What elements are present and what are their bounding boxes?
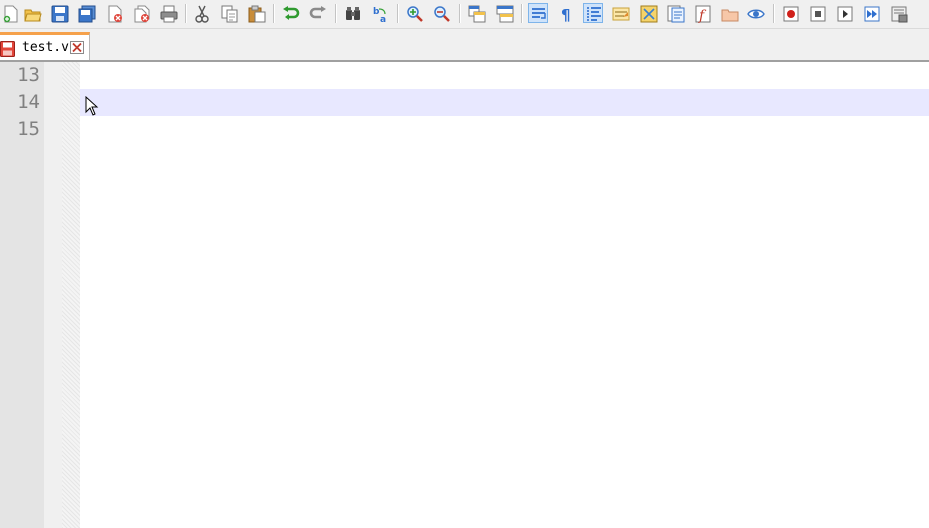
indent-guide-icon[interactable] (583, 3, 603, 23)
document-map-icon[interactable] (638, 3, 658, 23)
replace-icon[interactable]: ba (370, 3, 390, 23)
editor[interactable]: 13 14 15 (0, 62, 929, 528)
line-number-gutter: 13 14 15 (0, 62, 44, 528)
stop-macro-icon[interactable] (807, 3, 827, 23)
toolbar-separator (459, 4, 461, 23)
find-icon[interactable] (342, 3, 362, 23)
symbol-margin[interactable] (44, 62, 62, 528)
toolbar-separator (521, 4, 523, 23)
word-wrap-icon[interactable] (528, 3, 548, 23)
save-macro-icon[interactable] (888, 3, 908, 23)
toolbar-separator (773, 4, 775, 23)
show-all-chars-icon[interactable]: ¶ (556, 3, 576, 23)
print-icon[interactable] (158, 3, 178, 23)
text-line[interactable] (80, 62, 929, 89)
mouse-cursor-icon (85, 96, 99, 116)
monitoring-icon[interactable] (745, 3, 765, 23)
svg-text:b: b (373, 7, 380, 17)
tab-label: test.v (22, 40, 69, 55)
redo-icon[interactable] (307, 3, 327, 23)
tab-bar: test.v (0, 29, 929, 61)
cut-icon[interactable] (191, 3, 211, 23)
new-file-icon[interactable] (0, 3, 20, 23)
close-icon[interactable] (104, 3, 124, 23)
sync-vertical-icon[interactable] (466, 3, 486, 23)
current-text-line[interactable] (80, 89, 929, 116)
close-icon[interactable] (70, 41, 84, 54)
close-all-icon[interactable] (131, 3, 151, 23)
play-macro-icon[interactable] (834, 3, 854, 23)
zoom-in-icon[interactable] (404, 3, 424, 23)
toolbar-separator (273, 4, 275, 23)
svg-text:¶: ¶ (561, 6, 571, 23)
tab-test-v[interactable]: test.v (0, 32, 90, 61)
open-file-icon[interactable] (22, 3, 42, 23)
notepad-window: ba ¶ f test.v 13 14 15 (0, 0, 929, 528)
folder-as-workspace-icon[interactable]: f (692, 3, 712, 23)
save-icon[interactable] (49, 3, 69, 23)
text-line[interactable] (80, 116, 929, 143)
function-list-icon[interactable] (665, 3, 685, 23)
line-number: 14 (17, 91, 40, 113)
paste-icon[interactable] (246, 3, 266, 23)
toolbar: ba ¶ f (0, 0, 929, 29)
toolbar-separator (397, 4, 399, 23)
line-number: 13 (17, 64, 40, 86)
toolbar-separator (335, 4, 337, 23)
save-icon (0, 41, 15, 57)
undo-icon[interactable] (280, 3, 300, 23)
toolbar-separator (185, 4, 187, 23)
line-number: 15 (17, 118, 40, 140)
fold-margin[interactable] (62, 62, 80, 528)
user-language-icon[interactable] (610, 3, 630, 23)
record-macro-icon[interactable] (780, 3, 800, 23)
zoom-out-icon[interactable] (431, 3, 451, 23)
save-all-icon[interactable] (76, 3, 96, 23)
sync-horizontal-icon[interactable] (494, 3, 514, 23)
copy-icon[interactable] (219, 3, 239, 23)
run-macro-multiple-icon[interactable] (861, 3, 881, 23)
svg-text:a: a (380, 15, 386, 23)
folder-icon[interactable] (719, 3, 739, 23)
